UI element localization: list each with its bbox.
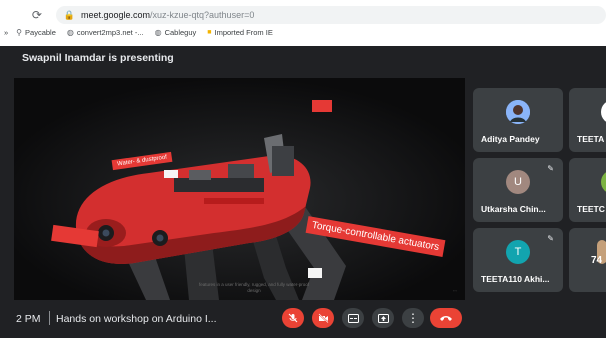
camera-toggle-button[interactable] xyxy=(312,308,334,328)
lock-icon: 🔒 xyxy=(63,9,75,20)
participant-name: TEETA110 Akhi... xyxy=(481,274,550,284)
bookmark-label: Paycable xyxy=(25,27,56,37)
slide-logo: ◦◦◦ xyxy=(452,288,457,293)
divider xyxy=(49,311,50,325)
participant-name: TEETA xyxy=(577,134,605,144)
bookmarks-bar: » ⚲ Paycable ◍ convert2mp3.net -... ◍ Ca… xyxy=(0,25,606,39)
bookmark-label: convert2mp3.net -... xyxy=(76,27,144,37)
bookmarks-overflow[interactable]: » xyxy=(4,28,8,37)
participant-tile[interactable]: Aditya Pandey xyxy=(473,88,563,152)
avatar xyxy=(506,100,530,124)
bookmark-item[interactable]: ⚲ Paycable xyxy=(16,28,56,37)
captions-button[interactable] xyxy=(342,308,364,328)
presentation-stage[interactable]: Water- & dustproof Torque-controllable a… xyxy=(14,78,465,300)
robot-dog-illustration xyxy=(14,78,465,300)
bookmark-item[interactable]: ◍ Cableguy xyxy=(155,28,197,37)
more-options-button[interactable]: ⋮ xyxy=(402,308,424,328)
mic-off-icon: ✎ xyxy=(547,164,554,173)
globe-icon: ◍ xyxy=(66,27,74,37)
participant-tile[interactable]: 74 xyxy=(569,228,606,292)
participant-name: Utkarsha Chin... xyxy=(481,204,546,214)
mic-off-icon: ✎ xyxy=(547,234,554,243)
participant-tile[interactable]: ✎ T TEETA110 Akhi... xyxy=(473,228,563,292)
participant-name: TEETC xyxy=(577,204,605,214)
bookmark-label: Cableguy xyxy=(164,27,197,37)
bookmark-item[interactable]: ■ Imported From IE xyxy=(207,28,273,37)
present-icon xyxy=(377,313,389,323)
participant-tile[interactable]: TEETC xyxy=(569,158,606,222)
address-bar[interactable]: 🔒 meet.google.com /xuz-kzue-qtq?authuser… xyxy=(55,6,606,24)
leave-call-button[interactable] xyxy=(430,308,462,328)
address-row: ⟳ 🔒 meet.google.com /xuz-kzue-qtq?authus… xyxy=(0,6,606,24)
bookmark-item[interactable]: ◍ convert2mp3.net -... xyxy=(67,28,144,37)
participant-name: Aditya Pandey xyxy=(481,134,540,144)
bookmark-label: Imported From IE xyxy=(214,27,273,37)
participant-tile[interactable]: ✎ U Utkarsha Chin... xyxy=(473,158,563,222)
meet-window: Swapnil Inamdar is presenting Water- & d… xyxy=(0,46,606,338)
person-photo-icon xyxy=(506,100,530,124)
end-call-icon xyxy=(440,316,452,321)
presenting-label: Swapnil Inamdar is presenting xyxy=(22,52,174,64)
meeting-time: 2 PM xyxy=(16,313,41,325)
captions-icon xyxy=(347,313,359,323)
browser-chrome: ⟳ 🔒 meet.google.com /xuz-kzue-qtq?authus… xyxy=(0,0,606,46)
slide-marker xyxy=(312,100,332,112)
mic-toggle-button[interactable] xyxy=(282,308,304,328)
more-icon: ⋮ xyxy=(407,311,419,325)
avatar xyxy=(601,100,606,124)
url-host: meet.google.com xyxy=(80,10,151,20)
avatar: U xyxy=(506,170,530,194)
globe-icon: ◍ xyxy=(154,27,162,37)
avatar xyxy=(601,170,606,194)
present-button[interactable] xyxy=(372,308,394,328)
url-path: /xuz-kzue-qtq?authuser=0 xyxy=(150,10,255,20)
participant-tile[interactable]: TEETA xyxy=(569,88,606,152)
meeting-title: Hands on workshop on Arduino I... xyxy=(56,313,217,325)
slide-marker xyxy=(308,268,322,278)
bottom-bar: 2 PM Hands on workshop on Arduino I... ⋮ xyxy=(0,300,606,338)
slide-marker xyxy=(164,170,178,178)
slide-caption: features in a user friendly, rugged, and… xyxy=(199,282,309,293)
folder-icon: ■ xyxy=(207,28,212,36)
avatar: T xyxy=(506,240,530,264)
camera-off-icon xyxy=(317,313,329,323)
participant-name: 74 xyxy=(591,255,603,266)
mic-off-icon xyxy=(288,313,298,323)
pin-icon: ⚲ xyxy=(16,27,23,37)
reload-icon[interactable]: ⟳ xyxy=(30,8,44,22)
